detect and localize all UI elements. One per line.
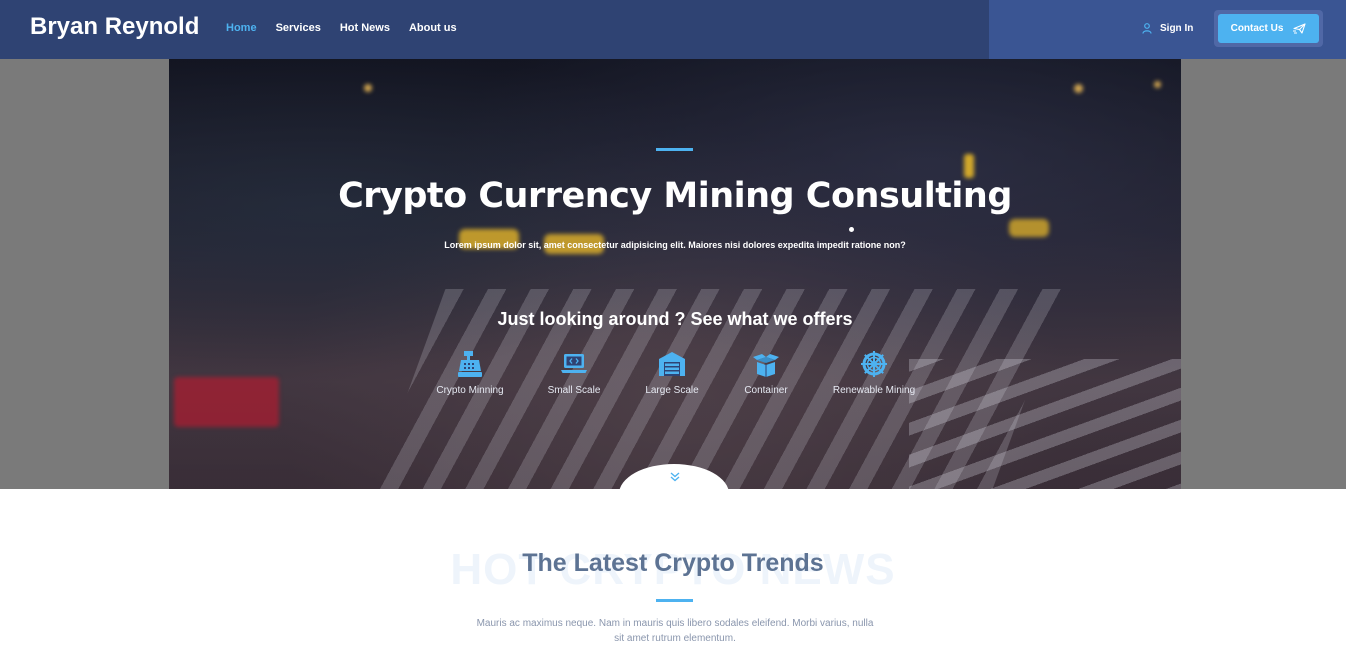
hero-image-crosswalk-right — [909, 359, 1181, 489]
nav-link-about-us[interactable]: About us — [409, 22, 457, 34]
hero-accent-line — [656, 148, 693, 151]
nav-link-services[interactable]: Services — [276, 22, 321, 34]
service-label: Container — [744, 385, 788, 396]
service-label: Renewable Mining — [832, 385, 916, 396]
latest-trends-section: HOT CRYPTO NEWS The Latest Crypto Trends… — [0, 489, 1346, 653]
user-icon — [1142, 23, 1152, 34]
nav-link-home[interactable]: Home — [226, 22, 257, 34]
hero-image-light — [174, 377, 279, 427]
laptop-code-icon — [561, 354, 587, 373]
section-title: The Latest Crypto Trends — [522, 549, 824, 577]
box-open-icon — [753, 354, 779, 377]
contact-us-label: Contact Us — [1230, 23, 1284, 34]
service-renewable-mining[interactable]: Renewable Mining — [819, 349, 929, 396]
offer-heading: Just looking around ? See what we offers — [497, 309, 853, 329]
warehouse-icon — [659, 352, 685, 376]
hero-title: Crypto Currency Mining Consulting — [338, 176, 1012, 216]
service-crypto-mining[interactable]: Crypto Minning — [415, 349, 525, 396]
paper-plane-icon — [1293, 23, 1306, 34]
hero-banner: Crypto Currency Mining Consulting Lorem … — [169, 59, 1181, 489]
hero-image-light — [1074, 84, 1083, 93]
service-container[interactable]: Container — [711, 349, 821, 396]
cash-register-icon — [458, 351, 482, 377]
contact-button-frame: Contact Us — [1214, 10, 1323, 47]
service-label: Crypto Minning — [436, 385, 504, 396]
dharmachakra-icon — [861, 351, 887, 377]
hero-image-light — [1154, 81, 1161, 88]
hero-image-light — [1009, 219, 1049, 237]
service-small-scale[interactable]: Small Scale — [519, 349, 629, 396]
hero-image-light — [364, 84, 372, 92]
contact-us-button[interactable]: Contact Us — [1218, 14, 1319, 43]
top-navbar: Bryan Reynold Home Services Hot News Abo… — [0, 0, 1346, 59]
hero-dot — [849, 227, 854, 232]
chevron-double-down-icon[interactable] — [669, 471, 681, 483]
service-label: Small Scale — [547, 385, 601, 396]
services-row: Crypto Minning Small Scale Large Scale C… — [425, 349, 925, 409]
nav-link-hot-news[interactable]: Hot News — [340, 22, 390, 34]
hero-subtitle: Lorem ipsum dolor sit, amet consectetur … — [444, 240, 906, 250]
sign-in-label: Sign In — [1160, 23, 1194, 34]
sign-in-link[interactable]: Sign In — [1142, 23, 1193, 34]
hero-image-light — [964, 154, 974, 178]
main-nav: Home Services Hot News About us — [226, 22, 476, 34]
section-accent-line — [656, 599, 693, 602]
brand-logo[interactable]: Bryan Reynold — [30, 13, 199, 41]
section-description: Mauris ac maximus neque. Nam in mauris q… — [476, 618, 874, 644]
